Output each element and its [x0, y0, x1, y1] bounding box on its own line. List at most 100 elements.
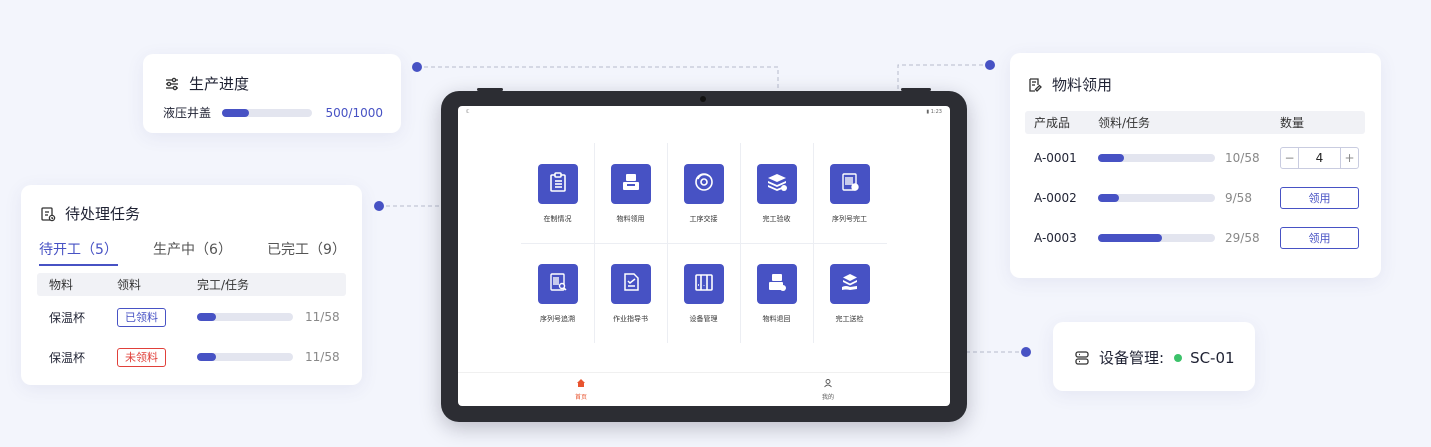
online-dot-icon	[1174, 353, 1183, 362]
connector-dot-material	[985, 60, 995, 70]
connector-dot-progress	[412, 62, 422, 72]
material-pick-card: 物料领用 产成品 领料/任务 数量 A-0001 10/58 − 4 + A-0…	[1010, 53, 1381, 278]
increment-button[interactable]: +	[1341, 148, 1358, 168]
tab-mine[interactable]: 我的	[808, 378, 848, 401]
table-row[interactable]: 保温杯 已领料 11/58	[37, 297, 346, 337]
camera	[700, 96, 706, 102]
tile-material-pick[interactable]: 物料领用	[594, 143, 667, 243]
header-picking: 领料	[117, 278, 142, 292]
tile-completion-check[interactable]: 完工验收	[740, 143, 813, 243]
status-bar: ℂ ▮ 1:23	[458, 106, 950, 118]
task-tabs: 待开工（5） 生产中（6） 已完工（9）	[39, 239, 346, 266]
tile-wip[interactable]: 在制情况	[521, 143, 594, 243]
production-progress-card: 生产进度 液压井盖 500/1000	[143, 54, 401, 133]
status-left: ℂ	[466, 109, 470, 115]
tile-label: 序列号完工	[832, 215, 867, 223]
pick-button[interactable]: 领用	[1280, 187, 1359, 209]
instruction-doc-icon	[620, 271, 642, 297]
not-picked-badge: 未领料	[117, 348, 166, 367]
tab-mine-label: 我的	[821, 394, 834, 401]
tab-home-label: 首页	[574, 394, 587, 401]
inspection-hand-icon	[839, 271, 861, 297]
tablet-button	[901, 88, 931, 91]
tile-completion-inspection[interactable]: 完工送检	[813, 243, 886, 343]
clipboard-list-icon	[547, 171, 569, 197]
row-count: 29/58	[1225, 231, 1260, 245]
tile-serial-trace[interactable]: 序列号追溯	[521, 243, 594, 343]
tile-label: 作业指导书	[613, 315, 648, 323]
tile-label: 设备管理	[689, 315, 718, 323]
row-count: 11/58	[305, 350, 340, 364]
row-progress-fill	[1098, 154, 1124, 162]
table-row[interactable]: 保温杯 未领料 11/58	[37, 337, 346, 377]
tile-label: 完工验收	[762, 215, 791, 223]
row-count: 11/58	[305, 310, 340, 324]
row-progress-fill	[1098, 234, 1163, 242]
tile-serial-complete[interactable]: 序列号完工	[813, 143, 886, 243]
header-material: 物料	[49, 278, 74, 292]
device-label: 设备管理:	[1099, 349, 1165, 367]
task-list-icon	[39, 205, 57, 223]
process-cycle-icon	[693, 171, 715, 197]
decrement-button[interactable]: −	[1281, 148, 1298, 168]
row-progress-fill	[197, 313, 217, 321]
progress-item-name: 液压井盖	[163, 106, 212, 120]
picked-badge: 已领料	[117, 308, 166, 327]
row-progress-fill	[197, 353, 217, 361]
tile-label: 完工送检	[835, 315, 864, 323]
tile-label: 物料领用	[616, 215, 645, 223]
tab-pending-start[interactable]: 待开工（5）	[39, 239, 118, 266]
tile-equipment[interactable]: 设备管理	[667, 243, 740, 343]
row-count: 10/58	[1225, 151, 1260, 165]
status-right: ▮ 1:23	[926, 109, 942, 115]
tile-material-return[interactable]: 物料退回	[740, 243, 813, 343]
progress-card-title: 生产进度	[189, 75, 250, 93]
connector-dot-tasks	[374, 201, 384, 211]
tablet-tabbar: 首页 我的	[458, 372, 950, 406]
device-code: SC-01	[1190, 348, 1235, 367]
row-material: 保温杯	[49, 310, 86, 325]
connector-dot-device	[1021, 347, 1031, 357]
tasks-card-title: 待处理任务	[65, 205, 141, 223]
tab-in-production[interactable]: 生产中（6）	[153, 239, 232, 266]
header-pick-task: 领料/任务	[1098, 116, 1151, 130]
header-completion: 完工/任务	[197, 278, 250, 292]
menu-grid: 在制情况 物料领用 工序交接 完工验收 序列号完工 序列号追溯 作业指导书 设备…	[521, 143, 887, 343]
row-product: A-0003	[1034, 231, 1077, 245]
row-progress-bar	[1098, 194, 1215, 202]
table-row[interactable]: A-0002 9/58 领用	[1025, 178, 1365, 218]
barcode-check-icon	[839, 171, 861, 197]
barcode-search-icon	[547, 271, 569, 297]
header-quantity: 数量	[1280, 116, 1305, 130]
row-progress-bar	[1098, 234, 1215, 242]
tile-label: 序列号追溯	[540, 315, 575, 323]
quantity-input[interactable]: 4	[1298, 148, 1341, 168]
equipment-icon	[693, 271, 715, 297]
table-row[interactable]: A-0003 29/58 领用	[1025, 218, 1365, 258]
tasks-table-header: 物料 领料 完工/任务	[37, 273, 346, 296]
row-progress-bar	[1098, 154, 1215, 162]
row-material: 保温杯	[49, 350, 86, 365]
tile-label: 工序交接	[689, 215, 718, 223]
row-count: 9/58	[1225, 191, 1252, 205]
tab-home[interactable]: 首页	[561, 378, 601, 401]
row-progress-fill	[1098, 194, 1120, 202]
progress-bar-fill	[222, 108, 250, 117]
server-icon	[1073, 349, 1091, 367]
material-card-title: 物料领用	[1052, 76, 1113, 94]
row-progress-bar	[197, 313, 293, 321]
row-progress-bar	[197, 353, 293, 361]
edit-doc-icon	[1026, 76, 1044, 94]
user-icon	[823, 378, 833, 390]
home-icon	[576, 378, 586, 390]
tile-label: 物料退回	[762, 315, 791, 323]
tablet-button	[477, 88, 503, 91]
tile-work-instruction[interactable]: 作业指导书	[594, 243, 667, 343]
sliders-icon	[163, 75, 181, 93]
tab-completed[interactable]: 已完工（9）	[267, 239, 346, 266]
tile-process-handover[interactable]: 工序交接	[667, 143, 740, 243]
pick-button[interactable]: 领用	[1280, 227, 1359, 249]
tablet-device: ℂ ▮ 1:23 在制情况 物料领用 工序交接 完工验收 序列号完工 序列号追溯…	[441, 88, 967, 422]
table-row[interactable]: A-0001 10/58 − 4 +	[1025, 138, 1365, 178]
pending-tasks-card: 待处理任务 待开工（5） 生产中（6） 已完工（9） 物料 领料 完工/任务 保…	[21, 185, 362, 385]
